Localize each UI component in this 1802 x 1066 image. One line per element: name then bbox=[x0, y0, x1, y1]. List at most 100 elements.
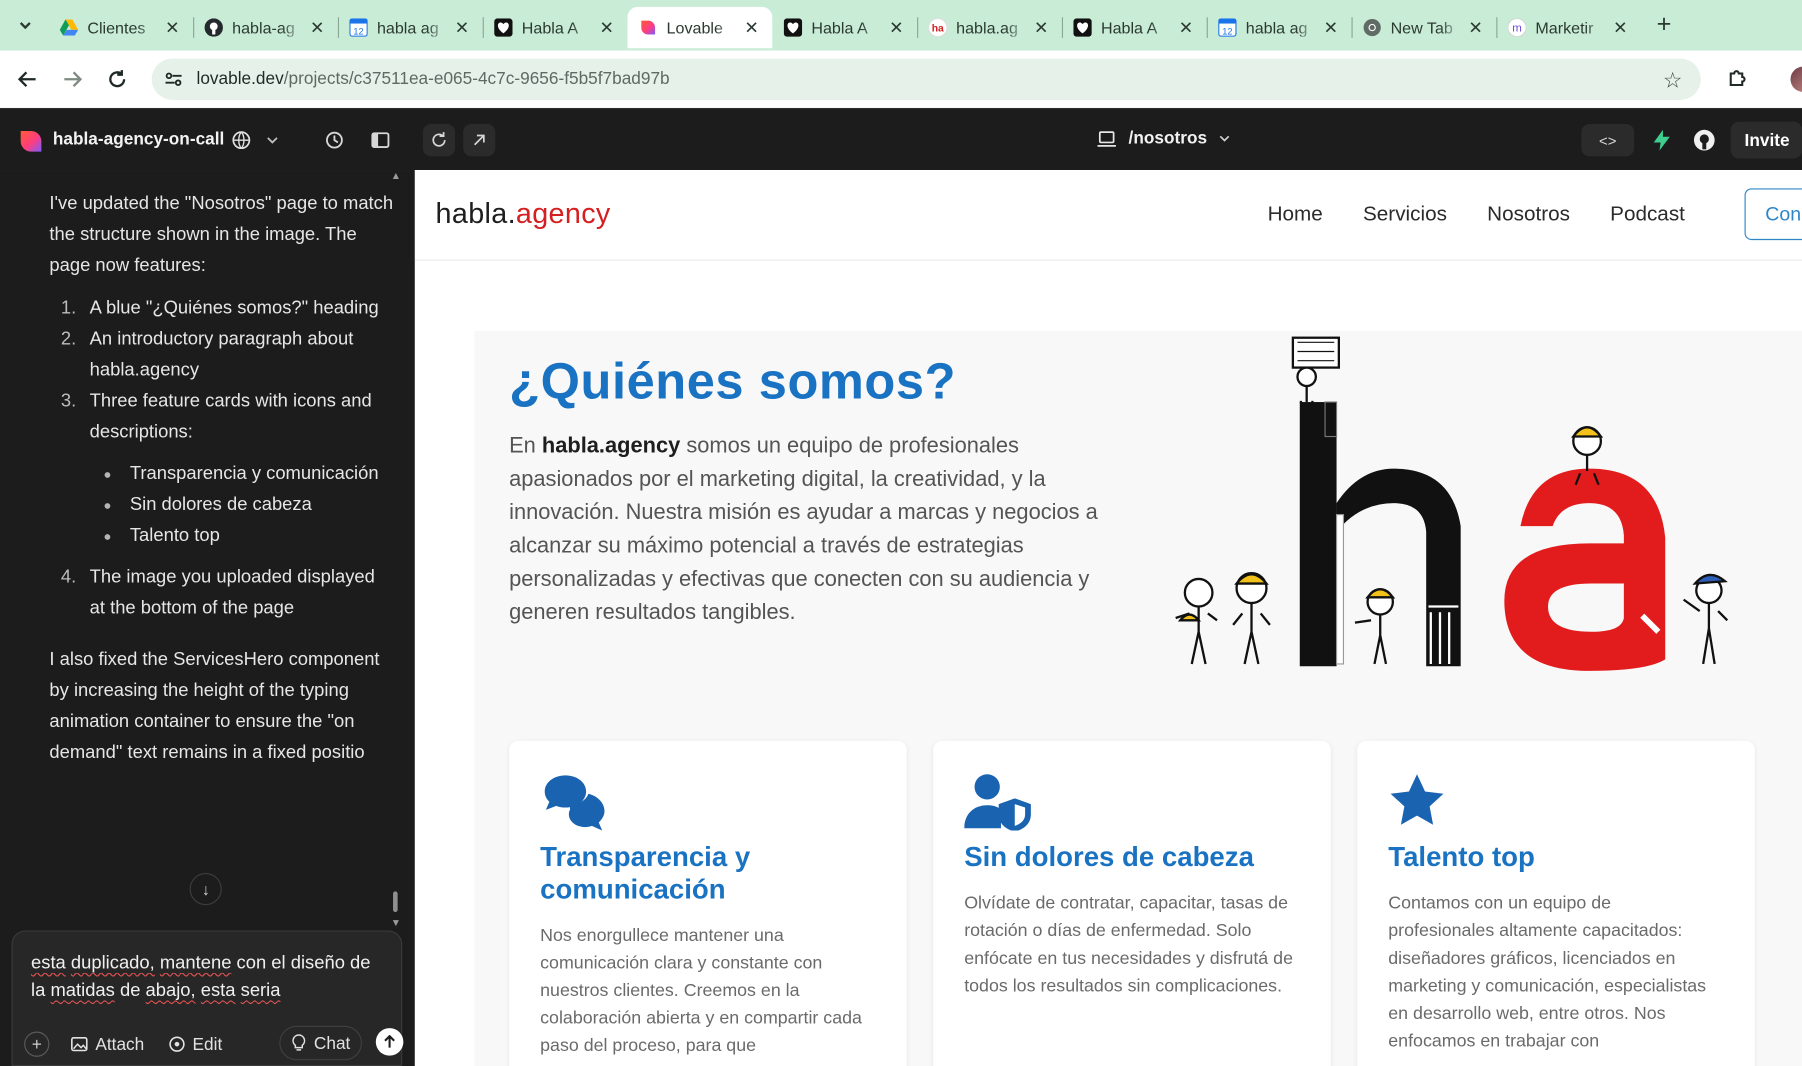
nav-link-nosotros[interactable]: Nosotros bbox=[1487, 202, 1570, 226]
code-view-button[interactable]: <> bbox=[1581, 124, 1635, 157]
browser-tab[interactable]: Clientes ✕ bbox=[48, 7, 193, 48]
history-icon bbox=[326, 131, 343, 149]
calendar-icon: 12 bbox=[1218, 18, 1237, 37]
card-title: Sin dolores de cabeza bbox=[964, 842, 1254, 874]
calendar-icon: 12 bbox=[349, 18, 368, 37]
close-icon[interactable]: ✕ bbox=[1032, 18, 1050, 38]
route-path: /nosotros bbox=[1128, 128, 1208, 149]
project-name[interactable]: habla-agency-on-call bbox=[53, 130, 224, 150]
image-icon bbox=[71, 1037, 88, 1052]
lovable-header: habla-agency-on-call /nosotros <> Invite bbox=[0, 107, 1802, 171]
nav-link-podcast[interactable]: Podcast bbox=[1610, 202, 1685, 226]
globe-icon[interactable] bbox=[225, 124, 257, 156]
browser-toolbar: lovable.dev/projects/c37511ea-e065-4c7c-… bbox=[0, 50, 1802, 108]
refresh-preview-button[interactable] bbox=[422, 124, 456, 157]
message-followup: I also fixed the ServicesHero component … bbox=[49, 650, 380, 763]
card-text: Nos enorgullece mantener una comunicació… bbox=[540, 925, 862, 1056]
list-item: 4. The image you uploaded displayed at th… bbox=[60, 567, 375, 619]
history-button[interactable] bbox=[318, 124, 350, 156]
close-icon[interactable]: ✕ bbox=[1611, 18, 1629, 38]
browser-tab[interactable]: New Tab ✕ bbox=[1351, 7, 1496, 48]
route-selector[interactable]: /nosotros bbox=[1096, 128, 1231, 149]
profile-avatar[interactable] bbox=[1790, 66, 1802, 92]
plus-icon[interactable]: + bbox=[24, 1031, 50, 1057]
close-icon[interactable]: ✕ bbox=[163, 18, 181, 38]
tab-search-button[interactable] bbox=[9, 9, 41, 41]
extensions-button[interactable] bbox=[1724, 64, 1752, 92]
chat-scrollbar[interactable] bbox=[393, 891, 398, 913]
edit-button[interactable]: Edit bbox=[167, 1034, 222, 1054]
contact-button[interactable]: Con bbox=[1744, 188, 1802, 241]
google-drive-icon bbox=[59, 18, 79, 36]
about-section: ¿Quiénes somos? En habla.agency somos un… bbox=[474, 330, 1802, 1066]
address-bar[interactable]: lovable.dev/projects/c37511ea-e065-4c7c-… bbox=[151, 58, 1701, 100]
supabase-button[interactable] bbox=[1646, 124, 1678, 156]
new-tab-button[interactable]: + bbox=[1650, 9, 1678, 38]
list-item: Transparencia y comunicación bbox=[90, 458, 395, 489]
svg-text:m: m bbox=[1512, 23, 1522, 35]
browser-tab[interactable]: 12 habla ag ✕ bbox=[1206, 7, 1352, 48]
browser-tab[interactable]: m Marketir ✕ bbox=[1496, 7, 1641, 48]
svg-text:12: 12 bbox=[1222, 26, 1232, 36]
chevron-down-icon[interactable] bbox=[256, 124, 288, 156]
toggle-sidebar-button[interactable] bbox=[364, 124, 396, 156]
list-item: Sin dolores de cabeza bbox=[90, 489, 395, 520]
nav-link-home[interactable]: Home bbox=[1268, 202, 1323, 226]
browser-tab[interactable]: habla-ag ✕ bbox=[193, 7, 338, 48]
bookmark-star-icon[interactable]: ☆ bbox=[1663, 68, 1683, 94]
reload-button[interactable] bbox=[102, 64, 132, 94]
card-title: Transparencia y comunicación bbox=[540, 842, 751, 906]
site-header: habla.agency Home Servicios Nosotros Pod… bbox=[414, 170, 1802, 261]
close-icon[interactable]: ✕ bbox=[453, 18, 471, 38]
nav-link-servicios[interactable]: Servicios bbox=[1363, 202, 1447, 226]
m-icon: m bbox=[1507, 18, 1527, 37]
github-icon bbox=[204, 18, 223, 37]
close-icon[interactable]: ✕ bbox=[742, 18, 760, 38]
browser-tab[interactable]: 12 habla ag ✕ bbox=[337, 7, 483, 48]
browser-tab[interactable]: Habla A ✕ bbox=[1061, 7, 1207, 48]
list-item: 3. Three feature cards with icons and des… bbox=[49, 386, 394, 551]
open-external-button[interactable] bbox=[463, 124, 496, 157]
message-input[interactable]: esta duplicado, mantene con el diseño de… bbox=[31, 950, 376, 1005]
chat-composer[interactable]: esta duplicado, mantene con el diseño de… bbox=[11, 930, 404, 1066]
github-button[interactable] bbox=[1688, 124, 1720, 156]
code-icon: <> bbox=[1599, 131, 1617, 149]
site-nav: Home Servicios Nosotros Podcast bbox=[1268, 202, 1726, 226]
attach-button[interactable]: Attach bbox=[70, 1034, 144, 1054]
url-text: lovable.dev/projects/c37511ea-e065-4c7c-… bbox=[196, 68, 670, 89]
close-icon[interactable]: ✕ bbox=[887, 18, 905, 38]
close-icon[interactable]: ✕ bbox=[308, 18, 326, 38]
lovable-logo-icon[interactable] bbox=[18, 129, 43, 154]
close-icon[interactable]: ✕ bbox=[1466, 18, 1484, 38]
arrow-left-icon bbox=[17, 71, 36, 87]
site-settings-icon[interactable] bbox=[161, 67, 186, 92]
browser-tab[interactable]: Habla A ✕ bbox=[772, 7, 917, 48]
scroll-down-arrow[interactable]: ▼ bbox=[391, 917, 401, 928]
refresh-icon bbox=[432, 132, 446, 147]
ha-illustration bbox=[1175, 336, 1729, 671]
intro-paragraph: En habla.agency somos un equipo de profe… bbox=[509, 434, 1098, 625]
scroll-up-arrow[interactable]: ▲ bbox=[391, 170, 401, 181]
browser-tab[interactable]: Habla A ✕ bbox=[482, 7, 628, 48]
message-intro: I've updated the "Nosotros" page to matc… bbox=[49, 194, 394, 276]
site-logo[interactable]: habla.agency bbox=[436, 198, 611, 231]
back-button[interactable] bbox=[13, 64, 43, 94]
list-item: 1. A blue "¿Quiénes somos?" heading bbox=[60, 298, 379, 319]
forward-button[interactable] bbox=[57, 64, 87, 94]
browser-tab-active[interactable]: Lovable ✕ bbox=[627, 6, 773, 49]
browser-tab[interactable]: ha habla.ag ✕ bbox=[917, 7, 1062, 48]
target-icon bbox=[168, 1036, 185, 1052]
send-button[interactable] bbox=[375, 1028, 404, 1056]
site-preview: habla.agency Home Servicios Nosotros Pod… bbox=[414, 170, 1802, 1066]
screen: Clientes ✕ habla-ag ✕ 12 habla ag ✕ Habl… bbox=[0, 0, 1802, 1066]
invite-button[interactable]: Invite bbox=[1730, 121, 1802, 159]
chat-mode-toggle[interactable]: Chat bbox=[279, 1025, 363, 1061]
feature-card: Transparencia y comunicación Nos enorgul… bbox=[509, 740, 907, 1066]
scroll-to-bottom-button[interactable]: ↓ bbox=[189, 873, 222, 906]
assistant-message: I've updated the "Nosotros" page to matc… bbox=[49, 188, 394, 793]
close-icon[interactable]: ✕ bbox=[598, 18, 616, 38]
svg-text:ha: ha bbox=[932, 24, 944, 35]
github-icon bbox=[1693, 129, 1715, 151]
close-icon[interactable]: ✕ bbox=[1177, 18, 1195, 38]
close-icon[interactable]: ✕ bbox=[1322, 18, 1340, 38]
